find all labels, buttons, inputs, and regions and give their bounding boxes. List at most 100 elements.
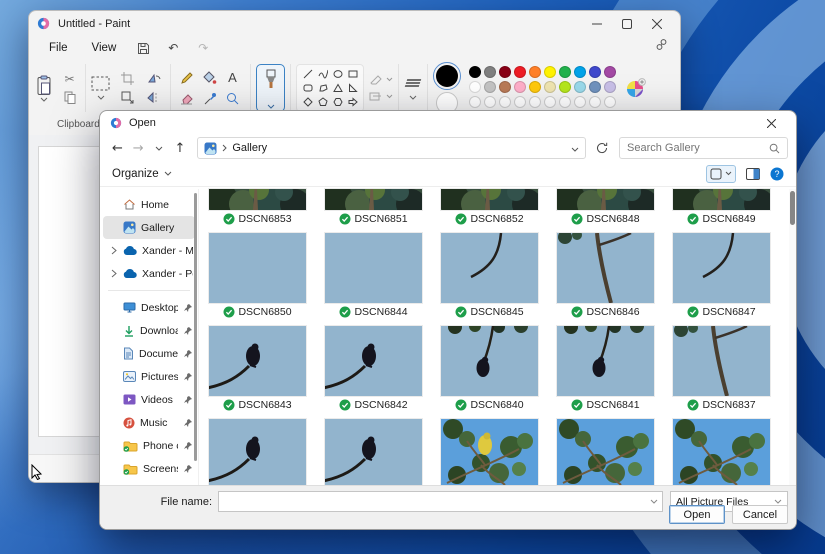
- file-thumbnail[interactable]: [557, 189, 654, 210]
- file-thumbnail[interactable]: [557, 326, 654, 396]
- color-swatch[interactable]: [514, 81, 526, 93]
- shape-diamond[interactable]: [300, 95, 315, 109]
- sidebar-scrollbar[interactable]: [194, 193, 197, 461]
- sidebar-item-music[interactable]: Music: [103, 411, 195, 434]
- empty-color-slot[interactable]: [559, 96, 571, 108]
- primary-color-well[interactable]: [433, 62, 461, 90]
- shape-line[interactable]: [300, 67, 315, 81]
- color-swatch[interactable]: [604, 81, 616, 93]
- file-thumbnail[interactable]: [441, 189, 538, 210]
- shape-polygon[interactable]: [315, 81, 330, 95]
- file-tile[interactable]: DSCN6842: [325, 326, 422, 412]
- maximize-icon[interactable]: [612, 13, 642, 35]
- file-tile[interactable]: DSCN6852: [441, 189, 538, 226]
- file-thumbnail[interactable]: [441, 233, 538, 303]
- cut-icon[interactable]: ✂: [59, 69, 80, 88]
- file-thumbnail[interactable]: [673, 419, 770, 489]
- file-tile[interactable]: DSCN6837: [673, 326, 770, 412]
- file-thumbnail[interactable]: [325, 326, 422, 396]
- back-icon[interactable]: ←: [108, 138, 127, 158]
- file-thumbnail[interactable]: [673, 189, 770, 210]
- file-tile[interactable]: DSCN6846: [557, 233, 654, 319]
- file-name-input[interactable]: [223, 495, 650, 508]
- text-tool[interactable]: A: [222, 68, 243, 87]
- empty-color-slot[interactable]: [484, 96, 496, 108]
- file-tile[interactable]: DSCN6850: [209, 233, 306, 319]
- empty-color-slot[interactable]: [574, 96, 586, 108]
- forward-icon[interactable]: →: [129, 138, 148, 158]
- file-thumbnail[interactable]: [557, 419, 654, 489]
- color-swatch[interactable]: [529, 66, 541, 78]
- color-swatch[interactable]: [589, 66, 601, 78]
- file-tile[interactable]: DSCN6843: [209, 326, 306, 412]
- shape-curve[interactable]: [315, 67, 330, 81]
- shape-oval[interactable]: [330, 67, 345, 81]
- file-thumbnail[interactable]: [209, 233, 306, 303]
- file-thumbnail[interactable]: [441, 419, 538, 489]
- sidebar-item-pictures[interactable]: Pictures: [103, 365, 195, 388]
- dialog-close-icon[interactable]: [756, 113, 786, 133]
- sidebar-item-xander-person[interactable]: Xander - Person: [103, 262, 195, 285]
- sidebar-item-phone-camer[interactable]: Phone camer: [103, 434, 195, 457]
- color-swatch[interactable]: [514, 66, 526, 78]
- sidebar-item-documents[interactable]: Documents: [103, 342, 195, 365]
- crop-icon[interactable]: [117, 69, 138, 88]
- shape-fill-dropdown[interactable]: [369, 91, 393, 102]
- file-name-combobox[interactable]: [218, 491, 663, 512]
- dialog-titlebar[interactable]: Open: [100, 111, 796, 135]
- sidebar-item-videos[interactable]: Videos: [103, 388, 195, 411]
- sidebar-item-downloads[interactable]: Downloads: [103, 319, 195, 342]
- shape-rounded-rectangle[interactable]: [300, 81, 315, 95]
- minimize-icon[interactable]: [582, 13, 612, 35]
- shape-pentagon[interactable]: [315, 95, 330, 109]
- brushes-button[interactable]: [256, 64, 285, 112]
- color-swatch[interactable]: [559, 81, 571, 93]
- color-swatch[interactable]: [574, 66, 586, 78]
- preview-pane-icon[interactable]: [746, 167, 760, 180]
- shape-right-triangle[interactable]: [345, 81, 360, 95]
- color-swatch[interactable]: [604, 66, 616, 78]
- sidebar-item-xander-micros[interactable]: Xander - Micros: [103, 239, 195, 262]
- file-thumbnail[interactable]: [673, 233, 770, 303]
- color-swatch[interactable]: [529, 81, 541, 93]
- empty-color-slot[interactable]: [499, 96, 511, 108]
- select-tool[interactable]: [91, 76, 110, 100]
- cancel-button[interactable]: Cancel: [732, 505, 788, 524]
- search-input[interactable]: [627, 142, 769, 154]
- shape-arrow-right[interactable]: [345, 95, 360, 109]
- file-name-dropdown-icon[interactable]: [650, 499, 658, 504]
- refresh-icon[interactable]: [592, 138, 611, 158]
- file-tile[interactable]: DSCN6840: [441, 326, 538, 412]
- sidebar-item-gallery[interactable]: Gallery: [103, 216, 195, 239]
- pencil-tool[interactable]: [176, 68, 197, 87]
- file-thumbnail[interactable]: [325, 419, 422, 489]
- menu-view[interactable]: View: [82, 40, 127, 56]
- flip-icon[interactable]: [144, 88, 165, 107]
- resize-icon[interactable]: [117, 88, 138, 107]
- color-picker-tool[interactable]: [199, 89, 220, 108]
- file-thumbnail[interactable]: [209, 419, 306, 489]
- file-tile[interactable]: DSCN6849: [673, 189, 770, 226]
- file-thumbnail[interactable]: [325, 233, 422, 303]
- file-list-scrollbar[interactable]: [789, 189, 796, 485]
- redo-icon[interactable]: ↷: [190, 38, 216, 58]
- up-icon[interactable]: ↑: [170, 138, 189, 158]
- shape-triangle[interactable]: [330, 81, 345, 95]
- shape-rectangle[interactable]: [345, 67, 360, 81]
- color-swatch[interactable]: [574, 81, 586, 93]
- menu-file[interactable]: File: [39, 40, 78, 56]
- file-tile[interactable]: DSCN6844: [325, 233, 422, 319]
- color-swatch[interactable]: [484, 81, 496, 93]
- undo-icon[interactable]: ↶: [160, 38, 186, 58]
- recent-locations-icon[interactable]: [150, 138, 169, 158]
- file-tile[interactable]: DSCN6847: [673, 233, 770, 319]
- empty-color-slot[interactable]: [529, 96, 541, 108]
- address-dropdown-icon[interactable]: [571, 141, 579, 155]
- color-swatch[interactable]: [499, 66, 511, 78]
- color-swatch[interactable]: [544, 66, 556, 78]
- sidebar-item-desktop[interactable]: Desktop: [103, 296, 195, 319]
- file-tile[interactable]: DSCN6845: [441, 233, 538, 319]
- stroke-width-dropdown[interactable]: [404, 76, 422, 100]
- file-thumbnail[interactable]: [557, 233, 654, 303]
- file-tile[interactable]: DSCN6851: [325, 189, 422, 226]
